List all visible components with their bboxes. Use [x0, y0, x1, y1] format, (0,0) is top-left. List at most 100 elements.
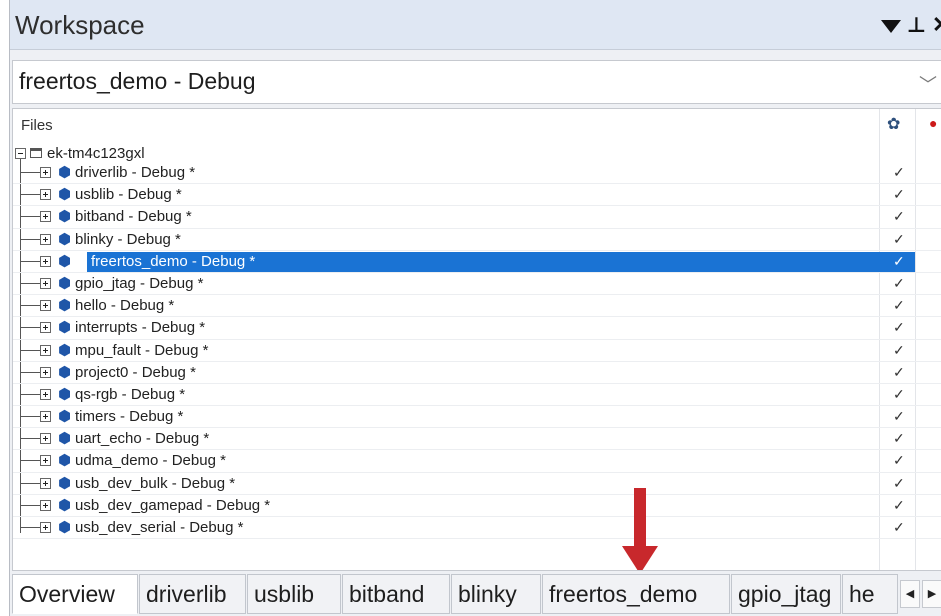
checkmark-icon: ✓: [893, 208, 905, 225]
tree-root[interactable]: ek-tm4c123gxl: [15, 143, 145, 163]
project-list: ⬢ driverlib - Debug * ✓ ⬢ usblib - Debug * ✓ ⬢…: [13, 162, 941, 540]
expand-icon[interactable]: [40, 322, 51, 334]
chevron-down-icon[interactable]: ﹀: [919, 71, 937, 97]
tree-item[interactable]: ⬢ qs-rgb - Debug * ✓: [13, 384, 941, 407]
project-icon: ⬢: [58, 208, 72, 226]
tab-driverlib[interactable]: driverlib: [139, 574, 246, 614]
tree-item[interactable]: ⬢ uart_echo - Debug * ✓: [13, 428, 941, 451]
expand-icon[interactable]: [40, 477, 51, 489]
menu-triangle-icon[interactable]: [880, 19, 901, 33]
tab-gpio-jtag[interactable]: gpio_jtag: [731, 574, 841, 614]
tree-header: Files ✿ ●: [13, 109, 941, 139]
selection-highlight: [87, 230, 879, 250]
tree-branch-line: [20, 504, 40, 506]
checkmark-icon: ✓: [893, 297, 905, 314]
project-icon: ⬢: [58, 230, 72, 248]
expand-icon[interactable]: [40, 189, 51, 201]
tree-item-label: project0 - Debug *: [75, 363, 196, 381]
tree-branch-line: [20, 172, 40, 173]
tree-item[interactable]: ⬢ bitband - Debug * ✓: [13, 206, 941, 229]
panel-title: Workspace: [15, 10, 145, 40]
tree-item[interactable]: ⬢ blinky - Debug * ✓: [13, 229, 941, 251]
project-icon: ⬢: [58, 519, 72, 536]
expand-icon[interactable]: [40, 300, 51, 312]
expand-icon[interactable]: [40, 277, 51, 289]
checkmark-icon: ✓: [893, 385, 905, 402]
expand-icon[interactable]: [40, 211, 51, 223]
expand-icon[interactable]: [40, 344, 51, 356]
tree-item[interactable]: ⬢ udma_demo - Debug * ✓: [13, 450, 941, 473]
checkmark-icon: ✓: [893, 164, 905, 180]
checkmark-icon: ✓: [893, 319, 905, 336]
project-icon: ⬢: [58, 186, 72, 204]
tree-item[interactable]: ⬢ hello - Debug * ✓: [13, 295, 941, 318]
tree-item[interactable]: ⬢ freertos_demo - Debug * ✓: [13, 251, 941, 273]
project-icon: ⬢: [58, 430, 72, 448]
tree-item-label: freertos_demo - Debug *: [91, 252, 256, 270]
tree-item[interactable]: ⬢ timers - Debug * ✓: [13, 406, 941, 429]
tree-branch-line: [20, 260, 40, 262]
tree-item[interactable]: ⬢ usb_dev_serial - Debug * ✓: [13, 517, 941, 540]
arrow-shaft: [634, 488, 646, 548]
tab-freertos-demo[interactable]: freertos_demo: [542, 574, 730, 614]
project-icon: ⬢: [58, 496, 72, 514]
tree-branch-line: [20, 282, 40, 284]
tree-item-label: interrupts - Debug *: [75, 319, 206, 337]
expand-icon[interactable]: [40, 455, 51, 467]
checkmark-icon: ✓: [893, 496, 905, 513]
close-icon[interactable]: ✕: [932, 10, 941, 40]
tree-branch-line: [20, 393, 40, 395]
tab-he[interactable]: he: [842, 574, 898, 614]
tree-item-label: blinky - Debug *: [75, 230, 181, 248]
checkmark-icon: ✓: [893, 230, 905, 247]
collapse-icon[interactable]: [15, 147, 26, 159]
tree-item-label: driverlib - Debug *: [75, 164, 196, 181]
tree-item[interactable]: ⬢ usb_dev_bulk - Debug * ✓: [13, 473, 941, 495]
pin-icon[interactable]: ⊥: [907, 10, 926, 40]
tree-item-label: udma_demo - Debug *: [75, 452, 226, 470]
expand-icon[interactable]: [40, 388, 51, 400]
checkmark-icon: ✓: [893, 430, 905, 447]
checkmark-icon: ✓: [893, 474, 905, 491]
tree-item[interactable]: ⬢ usb_dev_gamepad - Debug * ✓: [13, 495, 941, 517]
tree-item-label: usblib - Debug *: [75, 186, 182, 204]
red-dot-icon: ●: [929, 115, 938, 131]
tree-item[interactable]: ⬢ usblib - Debug * ✓: [13, 184, 941, 207]
tab-Overview[interactable]: Overview: [12, 574, 138, 614]
gear-icon[interactable]: ✿: [887, 114, 900, 134]
checkmark-icon: ✓: [893, 363, 905, 380]
tree-item[interactable]: ⬢ gpio_jtag - Debug * ✓: [13, 273, 941, 296]
tree-item[interactable]: ⬢ project0 - Debug * ✓: [13, 362, 941, 384]
tree-item[interactable]: ⬢ driverlib - Debug * ✓: [13, 162, 941, 185]
selection-highlight: [87, 274, 879, 294]
tab-bitband[interactable]: bitband: [342, 574, 450, 614]
expand-icon[interactable]: [40, 167, 51, 178]
tree-item-label: uart_echo - Debug *: [75, 430, 210, 448]
tab-usblib[interactable]: usblib: [247, 574, 341, 614]
tree-branch-line: [20, 416, 40, 418]
checkmark-icon: ✓: [893, 186, 905, 203]
tab-blinky[interactable]: blinky: [451, 574, 541, 614]
file-tree: Files ✿ ● ek-tm4c123gxl ⬢ driverlib - Deb…: [12, 108, 941, 570]
tab-scroll-right-icon[interactable]: ▶: [922, 580, 941, 608]
expand-icon[interactable]: [40, 255, 51, 267]
expand-icon[interactable]: [40, 433, 51, 445]
checkmark-icon: ✓: [893, 252, 905, 269]
project-icon: ⬢: [58, 274, 72, 292]
tree-branch-line: [20, 327, 40, 329]
configuration-dropdown[interactable]: freertos_demo - Debug ﹀: [12, 60, 941, 104]
expand-icon[interactable]: [40, 522, 51, 533]
tree-branch-line: [20, 482, 40, 484]
workspace-icon: [30, 148, 42, 158]
expand-icon[interactable]: [40, 366, 51, 378]
tree-item[interactable]: ⬢ interrupts - Debug * ✓: [13, 317, 941, 340]
expand-icon[interactable]: [40, 499, 51, 511]
checkmark-icon: ✓: [893, 519, 905, 535]
tree-item[interactable]: ⬢ mpu_fault - Debug * ✓: [13, 340, 941, 362]
selection-highlight: [87, 163, 879, 183]
tree-branch-line: [20, 305, 40, 307]
expand-icon[interactable]: [40, 233, 51, 245]
tree-item-label: hello - Debug *: [75, 297, 175, 315]
tab-scroll-left-icon[interactable]: ◀: [900, 580, 920, 608]
expand-icon[interactable]: [40, 411, 51, 423]
